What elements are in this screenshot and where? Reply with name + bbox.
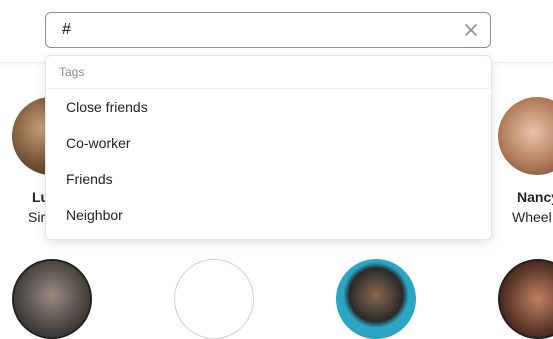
tag-suggestions-dropdown: Tags Close friends Co-worker Friends Nei… <box>45 55 492 240</box>
tag-option-co-worker[interactable]: Co-worker <box>46 125 491 161</box>
close-icon[interactable] <box>464 23 478 37</box>
search-box <box>45 12 491 48</box>
contact-last-name: Wheel <box>512 209 552 225</box>
contact-first-name: Nancy <box>517 189 553 205</box>
top-bar <box>0 0 553 63</box>
avatar-placeholder[interactable] <box>174 259 254 339</box>
tag-option-close-friends[interactable]: Close friends <box>46 89 491 125</box>
avatar <box>498 97 553 175</box>
avatar[interactable] <box>498 259 553 339</box>
search-input[interactable] <box>46 15 442 45</box>
avatar[interactable] <box>12 259 92 339</box>
tag-option-friends[interactable]: Friends <box>46 161 491 197</box>
avatar[interactable] <box>336 259 416 339</box>
dropdown-header: Tags <box>46 56 491 89</box>
tag-option-neighbor[interactable]: Neighbor <box>46 197 491 233</box>
contact-last-name: Sir <box>28 209 46 225</box>
